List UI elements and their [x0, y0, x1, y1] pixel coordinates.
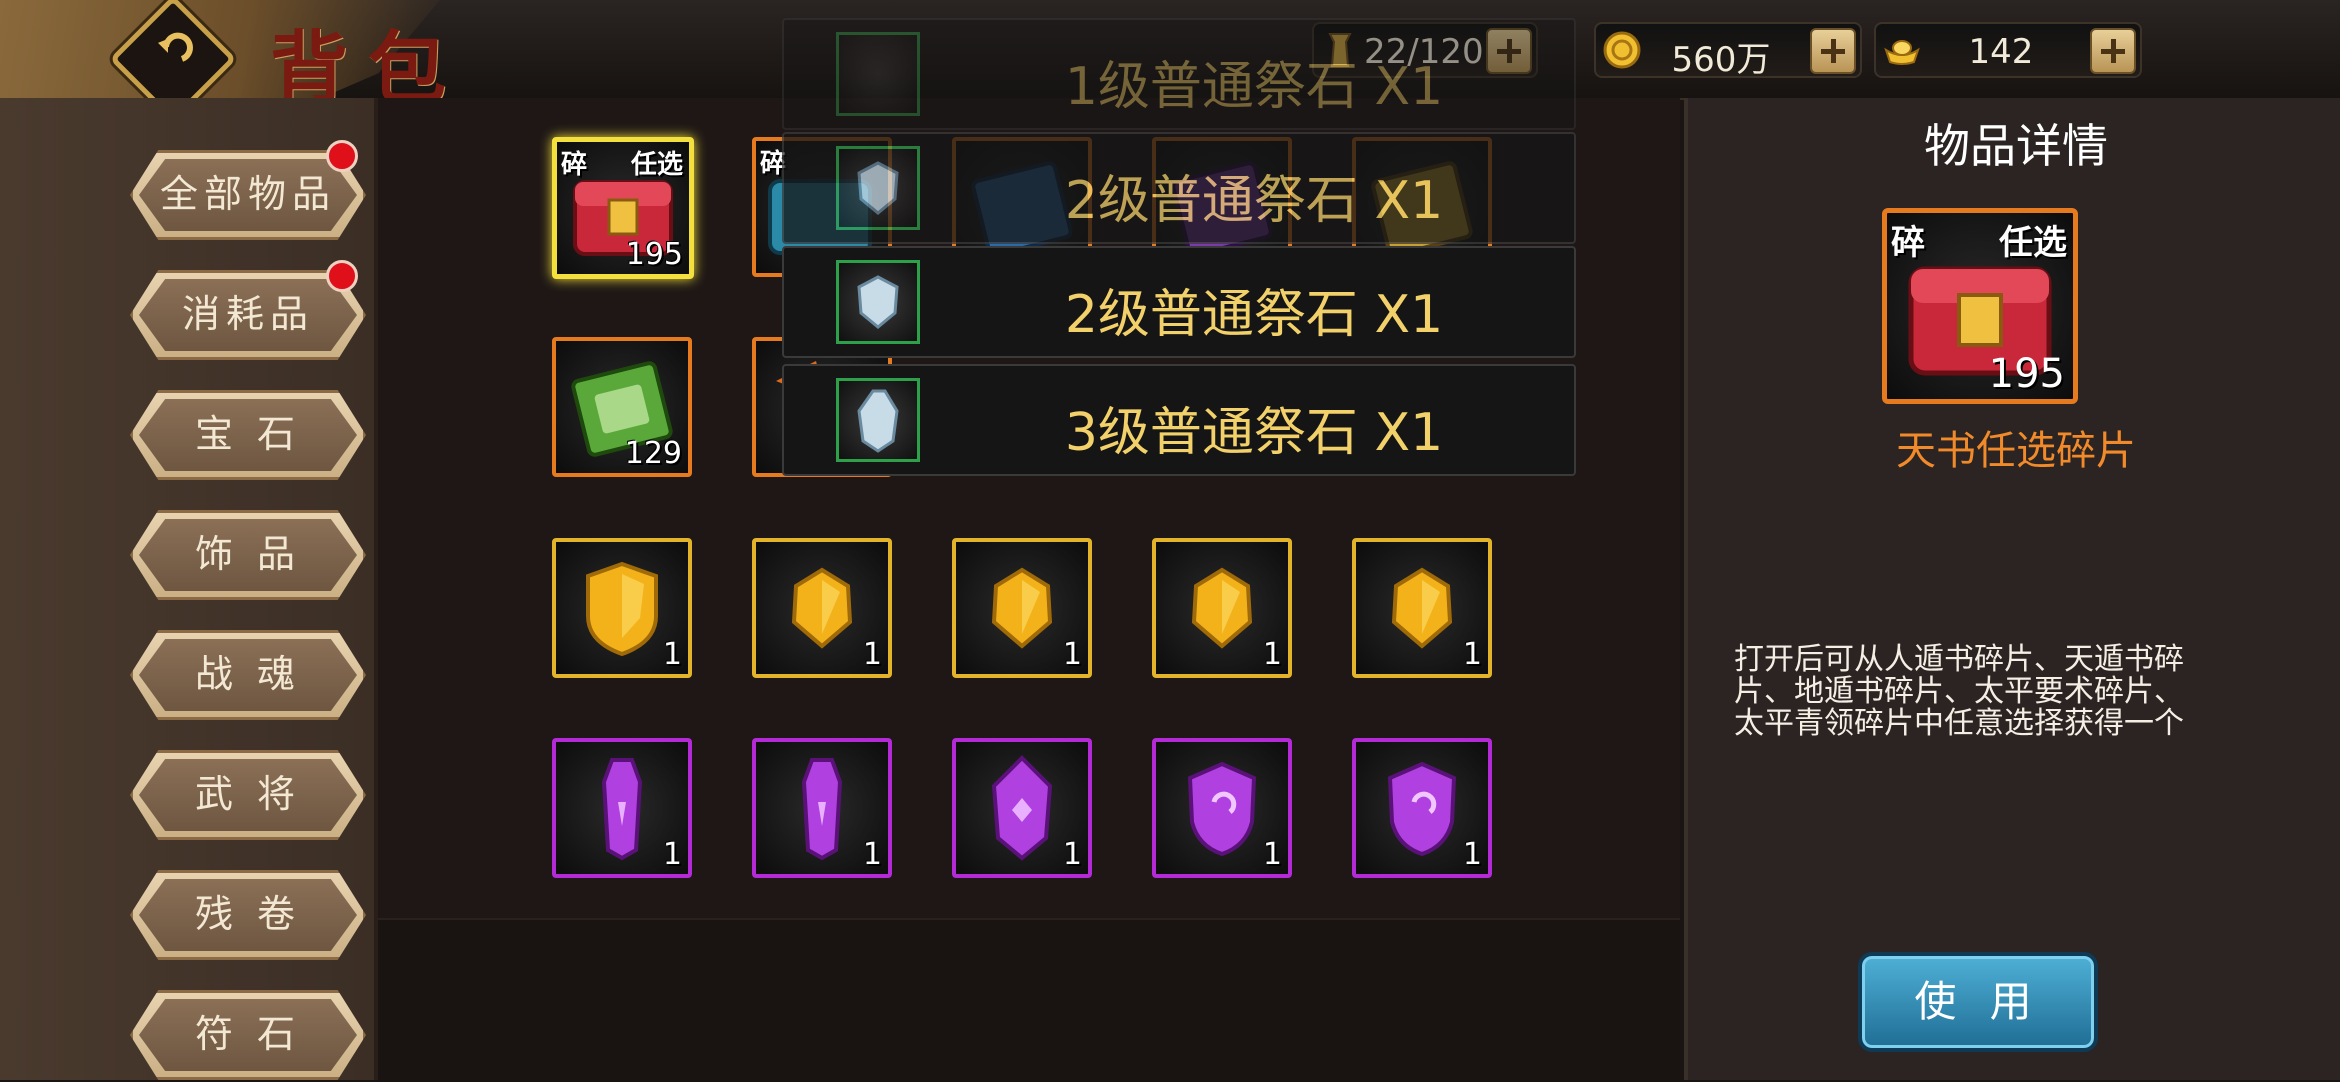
item-count: 1 [862, 637, 882, 672]
category-generals[interactable]: 武 将 [130, 750, 366, 840]
gold-stone-slot[interactable]: 1 [952, 538, 1092, 678]
gold-ingot-icon [1884, 40, 1920, 65]
fragment-tag: 碎 [1891, 223, 1925, 263]
category-war-soul[interactable]: 战 魂 [130, 630, 366, 720]
consumables-notification-dot [326, 260, 358, 292]
details-item-icon: 碎 任选 195 [1882, 208, 2078, 404]
reward-text: 2级普通祭石 X1 [1064, 171, 1444, 231]
use-button[interactable]: 使 用 [1858, 952, 2098, 1052]
item-count: 1 [862, 837, 882, 872]
details-item-description: 打开后可从人遁书碎片、天遁书碎片、地遁书碎片、太平要术碎片、太平青领碎片中任意选… [1734, 642, 2184, 741]
gold-coin-icon [1603, 31, 1641, 69]
item-slot[interactable]: 129 [552, 337, 692, 477]
category-sidebar: 全部物品 消耗品 宝 石 饰 品 战 魂 武 将 残 卷 符 石 [0, 98, 378, 1080]
gold-stone-slot[interactable]: 1 [1352, 538, 1492, 678]
purple-stone-slot[interactable]: 1 [752, 738, 892, 878]
item-details-panel: 物品详情 碎 任选 195 天书任选碎片 打开后可从人遁书碎片、天遁书碎片、地遁… [1684, 98, 2340, 1080]
add-gold-button[interactable] [1810, 28, 1856, 74]
purple-stone-slot[interactable]: 1 [1352, 738, 1492, 878]
purple-stone-slot[interactable]: 1 [1152, 738, 1292, 878]
item-count: 129 [624, 436, 682, 471]
item-count: 1 [1262, 637, 1282, 672]
details-item-name: 天书任选碎片 [1896, 428, 2136, 474]
gold-stone-slot[interactable]: 1 [552, 538, 692, 678]
category-gems[interactable]: 宝 石 [130, 390, 366, 480]
reward-popup: 2级普通祭石 X1 [782, 132, 1576, 244]
silver-stone-icon [836, 378, 920, 462]
reward-popup: 2级普通祭石 X1 [782, 246, 1576, 358]
item-count: 195 [625, 237, 683, 272]
choice-tag: 任选 [630, 150, 683, 180]
category-accessories[interactable]: 饰 品 [130, 510, 366, 600]
purple-stone-slot[interactable]: 1 [552, 738, 692, 878]
item-count: 1 [662, 637, 682, 672]
choice-tag: 任选 [1999, 223, 2067, 263]
category-rune-stones[interactable]: 符 石 [130, 990, 366, 1080]
category-fragments[interactable]: 残 卷 [130, 870, 366, 960]
gold-coin-counter: 560万 [1594, 22, 1862, 80]
reward-text: 1级普通祭石 X1 [1064, 57, 1444, 117]
silver-stone-icon [836, 146, 920, 230]
item-count: 1 [1462, 837, 1482, 872]
reward-text: 2级普通祭石 X1 [1064, 285, 1444, 345]
reward-popup: 3级普通祭石 X1 [782, 364, 1576, 476]
inventory-bottom-strip [378, 918, 1680, 1082]
fragment-tag: 碎 [561, 150, 588, 180]
item-count: 1 [1462, 637, 1482, 672]
silver-stone-icon [836, 260, 920, 344]
reward-text: 3级普通祭石 X1 [1064, 403, 1444, 463]
all-items-notification-dot [326, 140, 358, 172]
details-title: 物品详情 [1924, 119, 2108, 173]
gold-coin-value: 560万 [1671, 40, 1771, 80]
item-count: 1 [662, 837, 682, 872]
item-count: 195 [1988, 351, 2065, 397]
item-slot-selected[interactable]: 碎 任选 195 [552, 137, 694, 279]
back-arrow-icon [158, 32, 193, 62]
purple-stone-slot[interactable]: 1 [952, 738, 1092, 878]
add-ingot-button[interactable] [2090, 28, 2136, 74]
item-count: 1 [1062, 837, 1082, 872]
gold-stone-slot[interactable]: 1 [752, 538, 892, 678]
silver-stone-icon [836, 32, 920, 116]
item-count: 1 [1262, 837, 1282, 872]
gold-ingot-counter: 142 [1874, 22, 2142, 78]
reward-popup: 1级普通祭石 X1 [782, 18, 1576, 130]
gold-stone-slot[interactable]: 1 [1152, 538, 1292, 678]
item-count: 1 [1062, 637, 1082, 672]
gold-ingot-value: 142 [1968, 32, 2034, 72]
